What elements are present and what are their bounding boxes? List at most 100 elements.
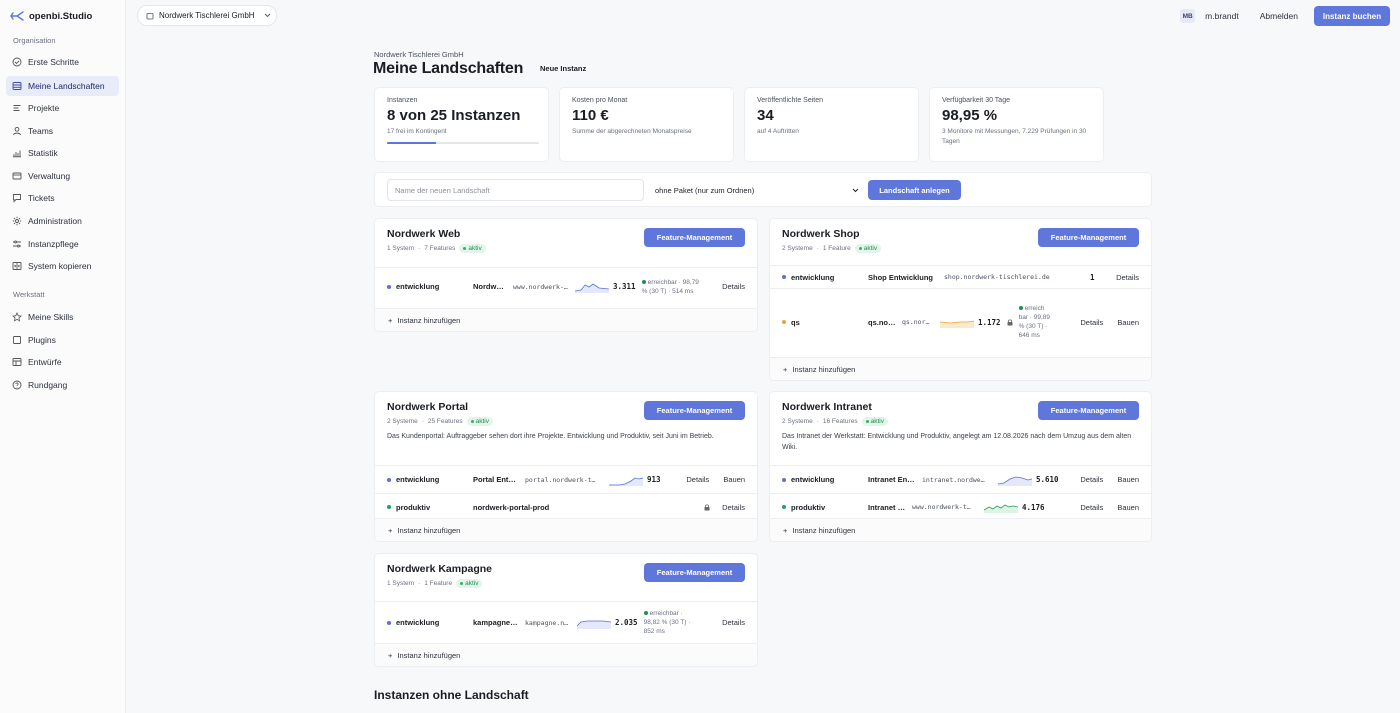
add-instance-button[interactable]: + Instanz hinzufügen xyxy=(375,308,757,331)
landscape-card-intranet: Nordwerk Intranet 2 Systeme · 16 Features… xyxy=(769,391,1152,542)
stat-label: Verfügbarkeit 30 Tage xyxy=(942,97,1010,104)
gear-icon xyxy=(12,216,22,226)
avatar[interactable]: MB xyxy=(1180,9,1196,23)
landscape-card-portal: Nordwerk Portal 2 Systeme · 25 Features a… xyxy=(374,391,758,542)
feature-management-button[interactable]: Feature-Management xyxy=(644,401,745,420)
brand-logo[interactable]: openbi.Studio xyxy=(10,9,92,23)
availability-text: erreich bar · 99,89 % (30 T) · 646 ms xyxy=(1018,304,1051,340)
sidebar-item-verwaltung[interactable]: Verwaltung xyxy=(6,166,119,186)
sidebar-item-label: Teams xyxy=(28,126,54,136)
instance-metric: 3.311 xyxy=(613,282,636,291)
availability-dot xyxy=(1018,306,1023,310)
sidebar-item-projekte[interactable]: Projekte xyxy=(6,98,119,118)
feature-management-button[interactable]: Feature-Management xyxy=(1038,228,1139,247)
sidebar-item-system-kopieren[interactable]: System kopieren xyxy=(6,256,119,276)
add-instance-button[interactable]: + Instanz hinzufügen xyxy=(770,518,1151,541)
sidebar-item-teams[interactable]: Teams xyxy=(6,121,119,141)
build-button[interactable]: Bauen xyxy=(723,475,745,484)
details-link[interactable]: Details xyxy=(1080,318,1103,327)
details-link[interactable]: Details xyxy=(722,618,745,627)
instance-metric: 913 xyxy=(647,475,661,484)
sidebar-section-organisation: Organisation xyxy=(13,36,56,45)
add-instance-button[interactable]: + Instanz hinzufügen xyxy=(375,643,757,666)
status-badge: aktiv xyxy=(456,579,483,588)
env-dot xyxy=(782,477,786,482)
systems-count: 2 Systeme xyxy=(782,245,813,252)
sidebar-item-label: Meine Landschaften xyxy=(28,81,105,91)
create-landscape-button[interactable]: Landschaft anlegen xyxy=(868,180,961,200)
stat-note: 17 frei im Kontingent xyxy=(387,128,447,135)
page-title: Meine Landschaften xyxy=(373,60,524,77)
sidebar-item-erste-schritte[interactable]: Erste Schritte xyxy=(6,52,119,72)
instance-row[interactable]: produktiv Intranet … www.nordwerk-t… 4.1… xyxy=(770,493,1151,520)
add-instance-button[interactable]: + Instanz hinzufügen xyxy=(770,357,1151,380)
instance-url[interactable]: www.nordwerk-… xyxy=(513,283,569,291)
org-selector[interactable]: Nordwerk Tischlerei GmbH xyxy=(137,5,277,26)
details-link[interactable]: Details xyxy=(722,503,745,512)
chevron-down-icon xyxy=(852,188,859,192)
sidebar-item-rundgang[interactable]: Rundgang xyxy=(6,375,119,395)
add-instance-label: Instanz hinzufügen xyxy=(397,650,461,660)
help-circle-icon xyxy=(12,380,22,390)
package-select[interactable]: ohne Paket (nur zum Ordnen) xyxy=(650,179,864,201)
build-button[interactable]: Bauen xyxy=(1117,475,1139,484)
instance-row[interactable]: qs qs.no… qs.nor… 1.172 erreich bar · 99… xyxy=(770,288,1151,355)
instance-url[interactable]: qs.nor… xyxy=(902,318,934,326)
feature-management-button[interactable]: Feature-Management xyxy=(1038,401,1139,420)
add-instance-button[interactable]: + Instanz hinzufügen xyxy=(375,518,757,541)
copy-icon xyxy=(12,262,22,270)
build-button[interactable]: Bauen xyxy=(1117,318,1139,327)
details-link[interactable]: Details xyxy=(1080,475,1103,484)
credit-card-icon xyxy=(12,172,22,180)
sidebar-item-meine-skills[interactable]: Meine Skills xyxy=(6,307,119,327)
book-instance-button[interactable]: Instanz buchen xyxy=(1314,6,1390,26)
sidebar-item-plugins[interactable]: Plugins xyxy=(6,330,119,350)
orphan-instances-heading: Instanzen ohne Landschaft xyxy=(374,688,529,702)
instance-url[interactable]: shop.nordwerk-tischlerei.de xyxy=(944,273,1066,281)
stat-card-availability: Verfügbarkeit 30 Tage 98,95 % 3 Monitore… xyxy=(929,87,1104,162)
feature-management-button[interactable]: Feature-Management xyxy=(644,228,745,247)
systems-count: 1 System xyxy=(387,245,415,252)
instance-row[interactable]: entwicklung Portal Ent… portal.nordwerk-… xyxy=(375,465,757,493)
instance-name: Portal Ent… xyxy=(473,475,516,484)
logout-link[interactable]: Abmelden xyxy=(1260,11,1298,21)
details-link[interactable]: Details xyxy=(722,282,745,291)
details-link[interactable]: Details xyxy=(686,475,709,484)
list-icon xyxy=(13,105,21,111)
instance-url[interactable]: kampagne.n… xyxy=(525,619,571,627)
stat-note: Summe der abgerechneten Monatspreise xyxy=(572,128,692,135)
package-select-value: ohne Paket (nur zum Ordnen) xyxy=(655,185,755,195)
build-button[interactable]: Bauen xyxy=(1117,503,1139,512)
new-instance-link[interactable]: Neue Instanz xyxy=(540,64,586,73)
sidebar-item-statistik[interactable]: Statistik xyxy=(6,143,119,163)
availability-value: erreich bar · 99,89 % (30 T) · 646 ms xyxy=(1018,305,1051,339)
instance-row[interactable]: entwicklung Nordw… www.nordwerk-… 3.311 … xyxy=(375,267,757,305)
features-count: 7 Features xyxy=(424,245,456,252)
brand-icon xyxy=(10,11,24,21)
landscape-name-input[interactable] xyxy=(387,179,644,201)
sidebar-item-tickets[interactable]: Tickets xyxy=(6,188,119,208)
details-link[interactable]: Details xyxy=(1116,273,1139,282)
instance-url[interactable]: portal.nordwerk-t… xyxy=(525,476,603,484)
feature-management-button[interactable]: Feature-Management xyxy=(644,563,745,582)
instance-row[interactable]: entwicklung Intranet En… intranet.nordwe… xyxy=(770,465,1151,493)
instance-row[interactable]: entwicklung Shop Entwicklung shop.nordwe… xyxy=(770,265,1151,288)
sidebar-item-label: Tickets xyxy=(28,193,55,203)
sidebar-item-instanzpflege[interactable]: Instanzpflege xyxy=(6,234,119,254)
sidebar-item-meine-landschaften[interactable]: Meine Landschaften xyxy=(6,76,119,96)
instance-row[interactable]: produktiv nordwerk-portal-prod Details xyxy=(375,493,757,520)
sidebar-item-label: Projekte xyxy=(28,103,60,113)
quota-progress-fill xyxy=(387,142,436,144)
instance-url[interactable]: intranet.nordwe… xyxy=(922,476,992,484)
traffic-sparkline xyxy=(984,504,1018,513)
instance-row[interactable]: entwicklung kampagne… kampagne.n… 2.035 … xyxy=(375,601,757,643)
sidebar-item-administration[interactable]: Administration xyxy=(6,211,119,231)
sidebar-item-label: Administration xyxy=(28,216,82,226)
sidebar-item-entwuerfe[interactable]: Entwürfe xyxy=(6,352,119,372)
instance-url[interactable]: www.nordwerk-t… xyxy=(912,503,978,511)
systems-count: 2 Systeme xyxy=(387,418,418,425)
details-link[interactable]: Details xyxy=(1080,503,1103,512)
stat-note: auf 4 Auftritten xyxy=(757,128,799,135)
username[interactable]: m.brandt xyxy=(1205,11,1239,21)
stat-label: Veröffentlichte Seiten xyxy=(757,97,824,104)
